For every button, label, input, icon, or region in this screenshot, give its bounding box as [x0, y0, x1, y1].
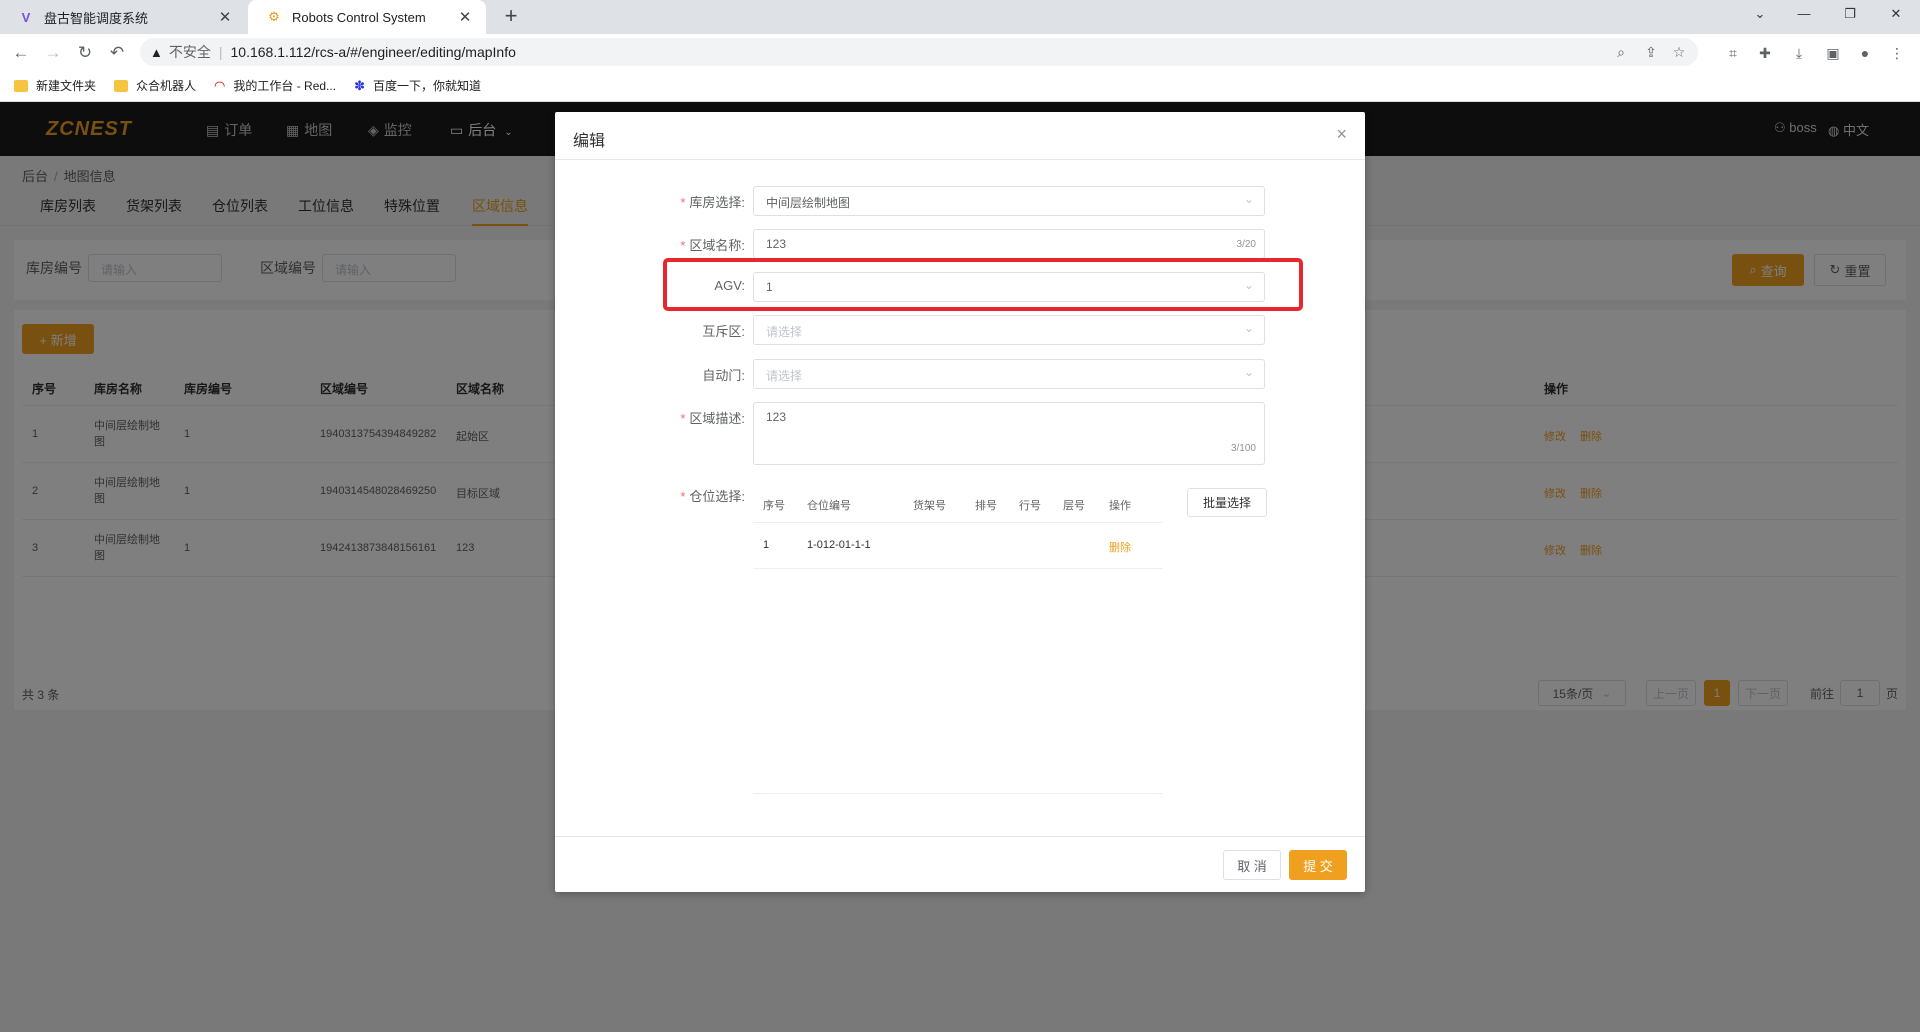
select-placeholder: 请选择	[766, 369, 803, 383]
chevron-down-icon: ⌄	[1243, 321, 1254, 335]
undo-icon[interactable]: ↶	[104, 40, 130, 66]
separator: |	[218, 44, 223, 60]
warehouse-select[interactable]: 中间层绘制地图 ⌄	[753, 186, 1265, 216]
cell-no: 1	[763, 539, 770, 551]
chevron-down-icon: ⌄	[1243, 365, 1254, 379]
close-icon[interactable]: ×	[1336, 124, 1347, 145]
bookmark-label: 新建文件夹	[36, 79, 97, 93]
mutex-area-select[interactable]: 请选择 ⌄	[753, 315, 1265, 345]
url-text: 10.168.1.112/rcs-a/#/engineer/editing/ma…	[230, 44, 516, 60]
cancel-button[interactable]: 取 消	[1223, 850, 1281, 880]
warning-icon: ▲	[150, 44, 163, 60]
select-value: 中间层绘制地图	[766, 196, 851, 210]
bookmark-item[interactable]: ✽ 百度一下，你就知道	[354, 77, 481, 94]
delete-slot-link[interactable]: 删除	[1109, 539, 1131, 555]
batch-select-button[interactable]: 批量选择	[1187, 488, 1267, 517]
label-text: 区域名称:	[689, 238, 745, 253]
redmine-icon: ◠	[214, 77, 226, 93]
divider	[555, 836, 1365, 837]
baidu-icon: ✽	[354, 77, 365, 93]
agv-highlight-box	[663, 258, 1303, 311]
extensions-icon[interactable]: ✚	[1752, 40, 1778, 66]
slot-table-bottom-border	[753, 793, 1163, 794]
bookmark-label: 百度一下，你就知道	[372, 79, 481, 93]
bookmark-item[interactable]: ◠ 我的工作台 - Red...	[214, 77, 336, 94]
omnibox[interactable]: ▲ 不安全 | 10.168.1.112/rcs-a/#/engineer/ed…	[140, 38, 1698, 66]
back-icon[interactable]: ←	[8, 40, 34, 66]
required-mark: *	[680, 411, 686, 426]
edit-dialog: 编辑 × * 库房选择: 中间层绘制地图 ⌄ * 区域名称: 123 3/20 AGV:…	[555, 112, 1365, 892]
area-name-label: * 区域名称:	[645, 235, 745, 254]
column-header: 行号	[1019, 500, 1041, 512]
bookmark-item[interactable]: 新建文件夹	[14, 77, 96, 94]
required-mark: *	[680, 489, 686, 504]
sidepanel-icon[interactable]: ▣	[1820, 40, 1846, 66]
area-name-input[interactable]: 123 3/20	[753, 229, 1265, 259]
forward-icon[interactable]: →	[40, 40, 66, 66]
bookmark-star-icon[interactable]: ☆	[1666, 38, 1692, 66]
bookmark-label: 我的工作台 - Red...	[233, 79, 337, 93]
close-tab-icon[interactable]: ✕	[216, 8, 234, 26]
browser-tab-rcs[interactable]: ⚙ Robots Control System ✕	[248, 0, 486, 34]
slot-table-row: 1 1-012-01-1-1 删除	[753, 523, 1163, 569]
warehouse-select-label: * 库房选择:	[645, 192, 745, 211]
auto-door-select[interactable]: 请选择 ⌄	[753, 359, 1265, 389]
label-text: 区域描述:	[689, 411, 745, 426]
textarea-value: 123	[766, 410, 787, 424]
auto-door-label: 自动门:	[702, 368, 745, 383]
column-header: 排号	[975, 500, 997, 512]
bookmarks-bar: 新建文件夹 众合机器人 ◠ 我的工作台 - Red... ✽ 百度一下，你就知道	[0, 70, 1920, 102]
download-icon[interactable]: ⤓	[1786, 40, 1812, 66]
select-placeholder: 请选择	[766, 325, 803, 339]
minimize-button[interactable]: —	[1784, 0, 1824, 30]
close-tab-icon[interactable]: ✕	[456, 8, 474, 26]
crop-icon[interactable]: ⌗	[1720, 40, 1746, 66]
column-header: 仓位编号	[807, 500, 851, 512]
input-value: 123	[766, 237, 787, 251]
folder-icon	[114, 79, 129, 92]
char-count: 3/100	[1230, 443, 1256, 454]
robot-app-icon: ⚙	[268, 9, 280, 24]
close-window-button[interactable]: ✕	[1876, 0, 1916, 30]
area-desc-label: * 区域描述:	[645, 408, 745, 427]
label-text: 仓位选择:	[689, 489, 745, 504]
chevron-down-icon: ⌄	[1243, 192, 1254, 206]
mutex-area-label: 互斥区:	[702, 324, 745, 339]
address-bar-row: ← → ↻ ↶ ▲ 不安全 | 10.168.1.112/rcs-a/#/eng…	[0, 34, 1920, 70]
tab-search-icon[interactable]: ⌄	[1740, 0, 1780, 30]
share-icon[interactable]: ⇪	[1638, 38, 1664, 66]
profile-icon[interactable]: ●	[1852, 40, 1878, 66]
bookmark-item[interactable]: 众合机器人	[114, 77, 196, 94]
menu-icon[interactable]: ⋮	[1884, 40, 1910, 66]
column-header: 序号	[763, 500, 785, 512]
slot-table-header: 序号 仓位编号 货架号 排号 行号 层号 操作	[753, 485, 1163, 523]
reload-icon[interactable]: ↻	[72, 40, 98, 66]
vuetify-logo-icon: V	[21, 9, 31, 25]
area-desc-textarea[interactable]: 123 3/100	[753, 402, 1265, 465]
bookmark-label: 众合机器人	[136, 79, 197, 93]
column-header: 操作	[1109, 500, 1131, 512]
label-text: 库房选择:	[689, 195, 745, 210]
divider	[555, 159, 1365, 160]
tab-title: Robots Control System	[292, 9, 426, 25]
dialog-title: 编辑	[573, 133, 606, 150]
required-mark: *	[680, 238, 686, 253]
column-header: 货架号	[913, 500, 946, 512]
tab-title: 盘古智能调度系统	[44, 10, 149, 26]
folder-icon	[14, 79, 28, 92]
new-tab-button[interactable]: +	[498, 4, 524, 30]
insecure-label: 不安全	[168, 44, 211, 60]
restore-button[interactable]: ❐	[1830, 0, 1870, 30]
browser-tab-pangu[interactable]: V 盘古智能调度系统 ✕	[0, 0, 246, 34]
zoom-icon[interactable]: ⌕	[1608, 38, 1634, 66]
slot-select-label: * 仓位选择:	[645, 486, 745, 505]
browser-tabbar: V 盘古智能调度系统 ✕ ⚙ Robots Control System ✕ +…	[0, 0, 1920, 34]
required-mark: *	[680, 195, 686, 210]
char-count: 3/20	[1236, 239, 1256, 250]
column-header: 层号	[1063, 500, 1085, 512]
cell-slot-code: 1-012-01-1-1	[807, 539, 871, 551]
submit-button[interactable]: 提 交	[1289, 850, 1347, 880]
